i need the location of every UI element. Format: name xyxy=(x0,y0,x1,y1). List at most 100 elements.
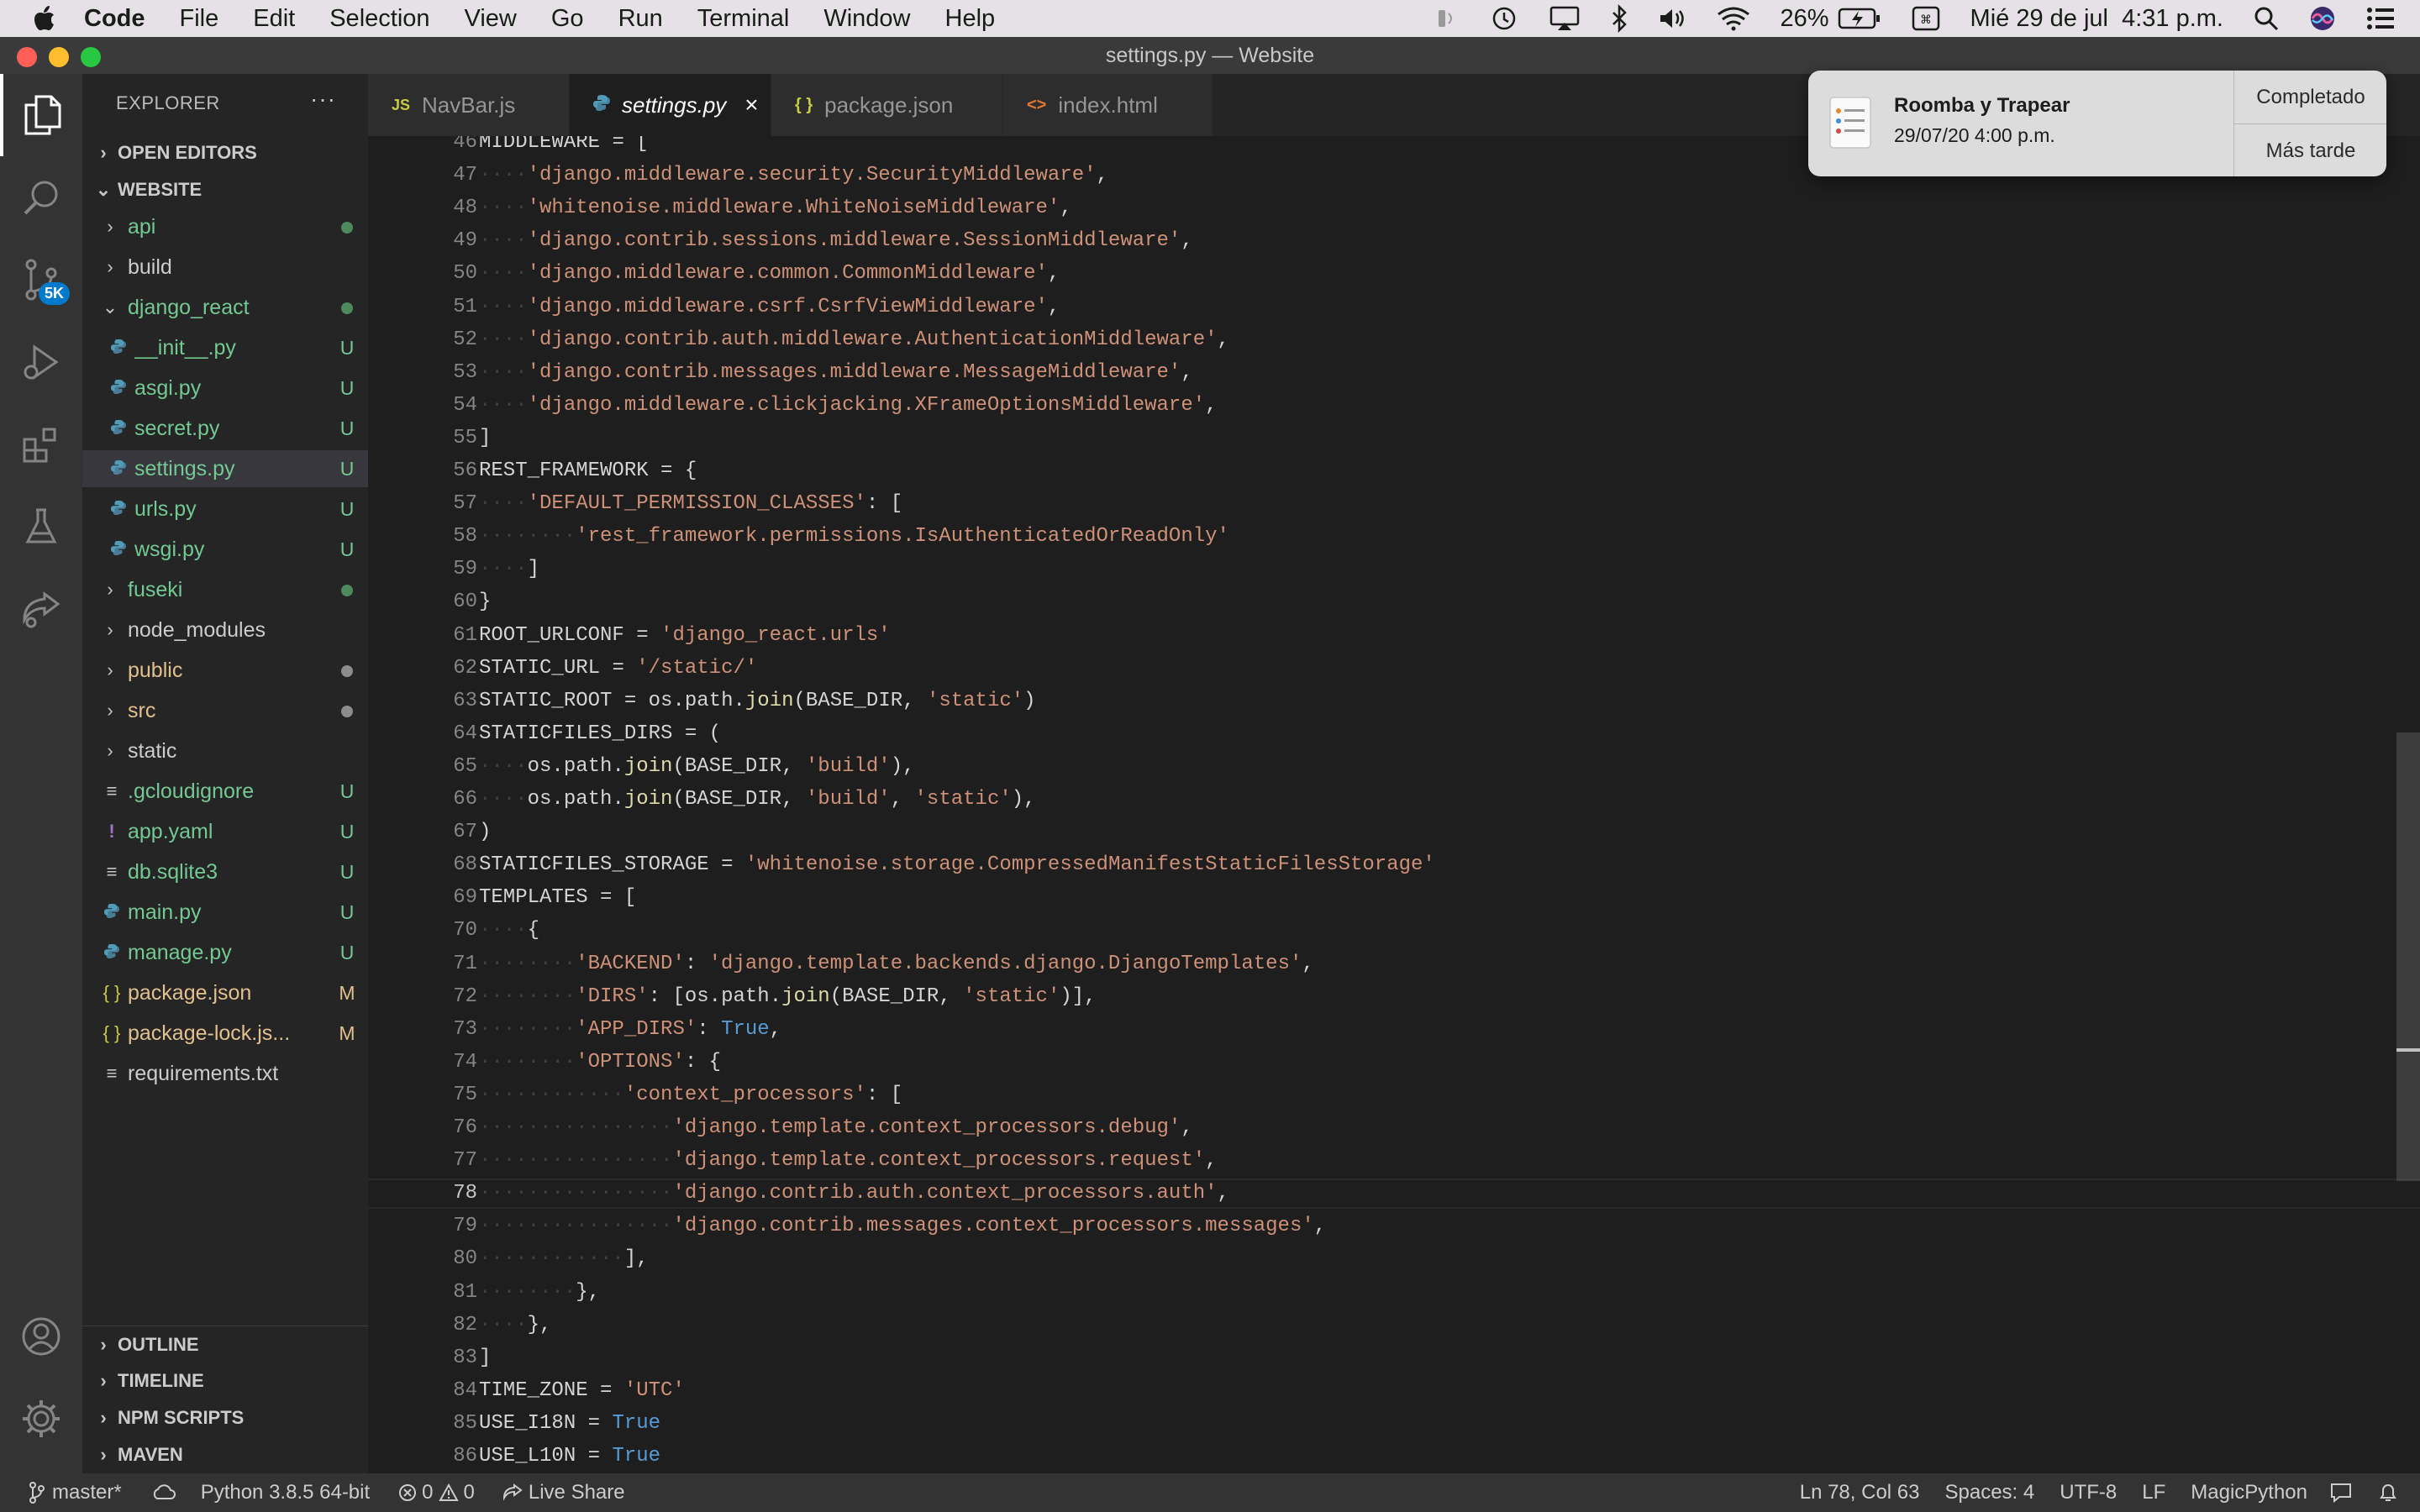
feedback-status[interactable] xyxy=(2329,1482,2353,1504)
keyboard-shortcut-icon[interactable]: ⌘ xyxy=(1912,6,1940,31)
code-line[interactable]: 50 ····'django.middleware.common.CommonMi… xyxy=(368,259,2420,289)
notifications-status[interactable] xyxy=(2378,1482,2398,1504)
airplay-icon[interactable] xyxy=(1549,5,1581,32)
outline-section[interactable]: › OUTLINE xyxy=(82,1326,368,1363)
tree-item[interactable]: { } package.json M xyxy=(82,974,368,1011)
tree-item[interactable]: { } package-lock.js... M xyxy=(82,1015,368,1052)
live-share-status[interactable]: Live Share xyxy=(502,1481,625,1504)
code-line[interactable]: 74 ········'OPTIONS': { xyxy=(368,1047,2420,1078)
complete-button[interactable]: Completado xyxy=(2234,71,2386,123)
chevron-right-icon[interactable]: › xyxy=(97,579,123,601)
code-line[interactable]: 77 ················'django.template.conte… xyxy=(368,1146,2420,1176)
timeline-section[interactable]: › TIMELINE xyxy=(82,1362,368,1399)
code-line[interactable]: 64 STATICFILES_DIRS = ( xyxy=(368,719,2420,749)
code-line[interactable]: 55] xyxy=(368,423,2420,454)
testing-activity[interactable] xyxy=(0,486,82,568)
chevron-right-icon[interactable]: › xyxy=(97,256,123,278)
code-line[interactable]: 56 REST_FRAMEWORK = { xyxy=(368,456,2420,486)
search-activity[interactable] xyxy=(0,156,82,239)
tree-item[interactable]: secret.py U xyxy=(82,410,368,447)
manage-activity[interactable] xyxy=(0,1378,82,1460)
tree-item[interactable]: ≡ db.sqlite3 U xyxy=(82,853,368,890)
code-line[interactable]: 76 ················'django.template.conte… xyxy=(368,1113,2420,1143)
code-line[interactable]: 67) xyxy=(368,817,2420,848)
tab-index-html[interactable]: <> index.html xyxy=(1003,74,1213,136)
explorer-more-actions-icon[interactable]: ··· xyxy=(310,86,336,113)
code-line[interactable]: 85 USE_I18N = True xyxy=(368,1409,2420,1439)
tab-navbar-js[interactable]: JS NavBar.js xyxy=(368,74,570,136)
tree-item[interactable]: settings.py U xyxy=(82,450,368,487)
battery-percent[interactable]: 26% xyxy=(1781,5,1829,33)
menubar-clock[interactable]: Mié 29 de jul 4:31 p.m. xyxy=(1970,5,2223,33)
later-button[interactable]: Más tarde xyxy=(2234,123,2386,176)
tree-item[interactable]: › build xyxy=(82,249,368,286)
npm-scripts-section[interactable]: › NPM SCRIPTS xyxy=(82,1399,368,1436)
tree-item[interactable]: › static xyxy=(82,732,368,769)
code-line[interactable]: 68 STATICFILES_STORAGE = 'whitenoise.stor… xyxy=(368,850,2420,880)
code-line[interactable]: 57 ····'DEFAULT_PERMISSION_CLASSES': [ xyxy=(368,489,2420,519)
code-line[interactable]: 78 ················'django.contrib.auth.c… xyxy=(368,1179,2420,1210)
run-debug-activity[interactable] xyxy=(0,321,82,403)
branch-status[interactable]: master* xyxy=(29,1481,122,1504)
tree-item[interactable]: asgi.py U xyxy=(82,370,368,407)
notification-center-icon[interactable] xyxy=(2366,7,2395,30)
menu-selection[interactable]: Selection xyxy=(329,5,429,33)
language-mode-status[interactable]: MagicPython xyxy=(2191,1481,2307,1504)
tab-settings-py[interactable]: settings.py × xyxy=(570,74,771,136)
tree-item[interactable]: urls.py U xyxy=(82,491,368,528)
code-line[interactable]: 54 ····'django.middleware.clickjacking.XF… xyxy=(368,391,2420,421)
python-interpreter-status[interactable]: Python 3.8.5 64-bit xyxy=(201,1481,370,1504)
time-machine-icon[interactable] xyxy=(1490,4,1518,33)
chevron-right-icon[interactable]: › xyxy=(97,659,123,681)
reminder-notification[interactable]: Roomba y Trapear 29/07/20 4:00 p.m. Comp… xyxy=(1808,71,2386,176)
karabiner-icon[interactable] xyxy=(1434,6,1460,31)
volume-icon[interactable] xyxy=(1658,6,1686,31)
tree-item[interactable]: ⌄ django_react xyxy=(82,289,368,326)
code-line[interactable]: 82 ····}, xyxy=(368,1310,2420,1341)
code-line[interactable]: 73 ········'APP_DIRS': True, xyxy=(368,1015,2420,1045)
tree-item[interactable]: › public xyxy=(82,652,368,689)
menu-terminal[interactable]: Terminal xyxy=(697,5,790,33)
tab-package-json[interactable]: { } package.json xyxy=(771,74,1003,136)
code-line[interactable]: 81 ········}, xyxy=(368,1278,2420,1308)
code-line[interactable]: 69 TEMPLATES = [ xyxy=(368,883,2420,913)
menu-run[interactable]: Run xyxy=(618,5,663,33)
menu-app-name[interactable]: Code xyxy=(84,5,145,33)
tree-item[interactable]: › node_modules xyxy=(82,612,368,648)
code-line[interactable]: 84 TIME_ZONE = 'UTC' xyxy=(368,1376,2420,1406)
tree-item[interactable]: ! app.yaml U xyxy=(82,813,368,850)
chevron-right-icon[interactable]: › xyxy=(97,619,123,641)
maven-section[interactable]: › MAVEN xyxy=(82,1436,368,1473)
open-editors-section[interactable]: › OPEN EDITORS xyxy=(82,134,368,171)
tree-item[interactable]: wsgi.py U xyxy=(82,531,368,568)
sync-status[interactable] xyxy=(150,1483,176,1502)
code-line[interactable]: 80 ············], xyxy=(368,1244,2420,1274)
problems-status[interactable]: 0 0 xyxy=(398,1481,475,1504)
chevron-right-icon[interactable]: › xyxy=(97,700,123,722)
eol-status[interactable]: LF xyxy=(2142,1481,2165,1504)
code-line[interactable]: 53 ····'django.contrib.messages.middlewar… xyxy=(368,358,2420,388)
code-line[interactable]: 58 ········'rest_framework.permissions.Is… xyxy=(368,522,2420,552)
code-line[interactable]: 52 ····'django.contrib.auth.middleware.Au… xyxy=(368,325,2420,355)
tree-item[interactable]: ≡ requirements.txt xyxy=(82,1055,368,1092)
chevron-down-icon[interactable]: ⌄ xyxy=(97,297,123,318)
tree-item[interactable]: __init__.py U xyxy=(82,329,368,366)
tree-item[interactable]: manage.py U xyxy=(82,934,368,971)
tree-item[interactable]: › fuseki xyxy=(82,571,368,608)
code-line[interactable]: 62 STATIC_URL = '/static/' xyxy=(368,654,2420,684)
tree-item[interactable]: ≡ .gcloudignore U xyxy=(82,773,368,810)
menu-go[interactable]: Go xyxy=(551,5,584,33)
code-line[interactable]: 83] xyxy=(368,1343,2420,1373)
accounts-activity[interactable] xyxy=(0,1295,82,1378)
wifi-icon[interactable] xyxy=(1717,6,1750,31)
code-line[interactable]: 49 ····'django.contrib.sessions.middlewar… xyxy=(368,226,2420,256)
battery-charging-icon[interactable] xyxy=(1838,7,1881,30)
code-line[interactable]: 66 ····os.path.join(BASE_DIR, 'build', 's… xyxy=(368,785,2420,815)
menu-edit[interactable]: Edit xyxy=(253,5,295,33)
chevron-right-icon[interactable]: › xyxy=(97,216,123,238)
menu-help[interactable]: Help xyxy=(945,5,996,33)
extensions-activity[interactable] xyxy=(0,403,82,486)
indentation-status[interactable]: Spaces: 4 xyxy=(1945,1481,2035,1504)
encoding-status[interactable]: UTF-8 xyxy=(2060,1481,2117,1504)
code-line[interactable]: 61 ROOT_URLCONF = 'django_react.urls' xyxy=(368,621,2420,651)
